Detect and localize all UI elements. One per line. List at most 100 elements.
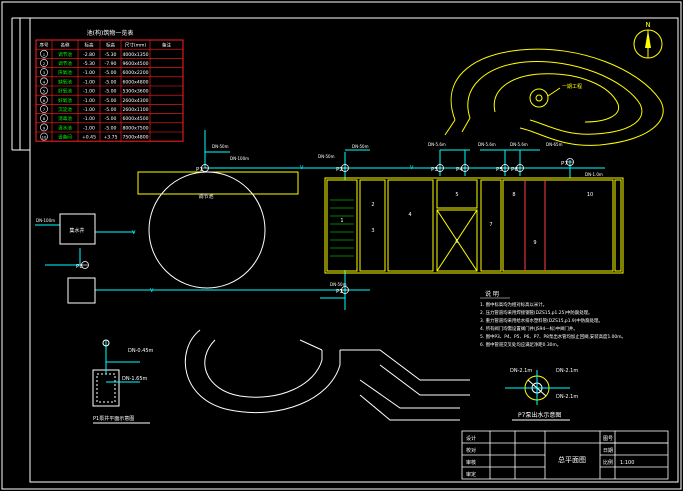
table-cell: -5.00 <box>105 107 117 113</box>
pipe-label: DN-5.6m <box>510 142 528 147</box>
pump-icon: P3 <box>431 164 444 173</box>
pump-icon: P2 <box>336 164 349 173</box>
table-cell: +3.75 <box>103 135 117 141</box>
pipe-label: DN-5.6m <box>478 142 496 147</box>
notes-title: 说 明 <box>485 290 499 298</box>
table-cell: -5.00 <box>105 116 117 122</box>
pipe-label: DN-50m <box>330 282 347 287</box>
round-tank-label: 调节池 <box>198 193 213 200</box>
cell-2-label: 2 <box>371 202 374 208</box>
drawing-scale: 1:100 <box>620 460 634 466</box>
pump-label: P6 <box>511 167 518 173</box>
table-cell: -1.00 <box>83 70 95 76</box>
table-cell: 8 <box>43 116 46 121</box>
table-cell: 调节池 <box>58 60 72 67</box>
cell-1-label: 1 <box>340 218 343 224</box>
cell-7-label: 7 <box>489 222 492 228</box>
table-cell: -1.00 <box>83 116 95 122</box>
table-cell: 调节池 <box>58 51 72 58</box>
pipe-label: DN-50m <box>212 144 229 149</box>
title-row-1: 设计 <box>466 435 476 442</box>
cell-9-label: 9 <box>533 240 536 246</box>
table-cell: 好氧池 <box>58 88 72 95</box>
road-outline <box>184 329 470 421</box>
table-cell: 4000x1350 <box>122 52 148 58</box>
table-cell: -5.00 <box>105 89 117 95</box>
title-row-3: 审核 <box>466 459 476 466</box>
table-header-cell: 序号 <box>40 42 49 49</box>
table-cell: +0.45 <box>82 135 96 141</box>
pipe-label: DN-50m <box>352 144 369 149</box>
p7-detail-label-bottom: DN-2.1m <box>556 394 578 400</box>
cell-3-label: 3 <box>371 228 374 234</box>
pump-icon: P7 <box>561 158 574 167</box>
table-cell: 9600x4500 <box>122 61 148 67</box>
title-row-2: 校对 <box>466 447 476 454</box>
table-cell: 7500x4800 <box>122 135 148 141</box>
note-line: 5. 图中P3、P4、P5、P6、P7、P8泵出水管均加止回阀,安装高度1.00… <box>480 333 626 340</box>
cell-4-label: 4 <box>408 212 411 218</box>
site-contours <box>444 48 664 146</box>
north-arrow-icon: N <box>633 21 663 59</box>
title-cell-3: 比例 <box>603 459 613 466</box>
p1-detail-label-right: DN-1.65m <box>122 376 148 382</box>
well-label: 集水井 <box>69 227 84 234</box>
pipe-label: DN-5.6m <box>428 142 446 147</box>
drawing-name: 总平面图 <box>558 455 586 464</box>
table-cell: -1.00 <box>83 89 95 95</box>
elevation-table: 池(构)筑物一览表 序号 名称 标高 标高 尺寸(mm) 备注 1 调节池 -2.80 -5.30… <box>35 29 184 142</box>
table-header-cell: 标高 <box>85 42 94 49</box>
table-cell: 4 <box>43 79 46 84</box>
table-row: 6 好氧池 -1.00 -5.00 2600x4300 <box>40 95 149 104</box>
p1-detail-title: P1泵井平面示意图 <box>93 415 134 422</box>
table-cell: -5.00 <box>105 125 117 131</box>
table-row: 8 消毒池 -1.00 -5.00 6000x4500 <box>40 114 149 122</box>
table-row: 5 好氧池 -1.00 -5.00 5300x3600 <box>40 86 149 95</box>
table-cell: -7.90 <box>105 61 117 67</box>
p1-detail-label-top: DN-0.45m <box>128 348 154 354</box>
pump-icon: P5 <box>496 164 509 173</box>
table-cell: -5.30 <box>83 61 95 67</box>
table-cell: 6000x4500 <box>122 116 148 122</box>
round-tank <box>148 171 266 289</box>
north-label: N <box>645 21 650 29</box>
table-cell: 5 <box>43 89 46 94</box>
table-cell: -5.00 <box>105 70 117 76</box>
title-cell-2: 日期 <box>603 448 613 454</box>
table-row: 2 调节池 -5.30 -7.90 9600x4500 <box>40 59 149 67</box>
table-cell: 6000x2200 <box>122 70 148 76</box>
note-line: 3. 重力管道均采用给水排水塑料管(DZS15,p1.9)中防腐处理。 <box>480 317 603 324</box>
table-cell: -1.00 <box>83 79 95 85</box>
table-cell: 消毒池 <box>58 115 72 122</box>
pipe-label: DN-50m <box>318 154 335 159</box>
pump-icon: P8 <box>76 261 89 270</box>
table-cell: -1.00 <box>83 125 95 131</box>
title-row-4: 审定 <box>466 471 476 478</box>
p7-detail-title: P7泵出水示意图 <box>518 411 561 419</box>
table-header-cell: 名称 <box>61 42 70 49</box>
table-cell: 2600x4300 <box>122 98 148 104</box>
pump-label: P4 <box>456 167 463 173</box>
table-cell: 厌氧池 <box>58 69 72 76</box>
table-row: 9 清水池 -1.00 -5.00 8000x7500 <box>40 123 149 131</box>
note-line: 4. 所有阀门均需设置阀门井(JS94—标)中阀门井。 <box>480 325 578 332</box>
title-block-text: 设计 校对 审核 审定 总平面图 图号 日期 比例 1:100 <box>466 435 634 478</box>
title-block <box>461 430 669 480</box>
pump-well-box <box>67 277 96 304</box>
pipe-label: DN-100m <box>36 218 55 223</box>
table-cell: -5.00 <box>105 98 117 104</box>
flow-direction-mark: V <box>150 288 154 294</box>
table-cell: 缺氧池 <box>58 78 72 85</box>
table-cell: -1.00 <box>83 98 95 104</box>
table-title: 池(构)筑物一览表 <box>87 29 134 37</box>
p7-detail: DN-2.1m DN-2.1m DN-2.1m P7泵出水示意图 <box>505 368 578 421</box>
table-cell: -1.00 <box>83 107 95 113</box>
table-cell: 设备间 <box>58 134 72 141</box>
table-row: 3 厌氧池 -1.00 -5.00 6000x2200 <box>40 68 149 76</box>
pump-label: P5 <box>496 167 503 173</box>
note-line: 2. 压力管道均采用焊接钢管(DZS15,p1.25)中防腐处理。 <box>480 309 592 316</box>
table-cell: -5.30 <box>105 52 117 58</box>
pump-icon: P6 <box>511 164 524 173</box>
inlet-channel <box>137 171 299 195</box>
table-cell: 2 <box>43 61 46 66</box>
